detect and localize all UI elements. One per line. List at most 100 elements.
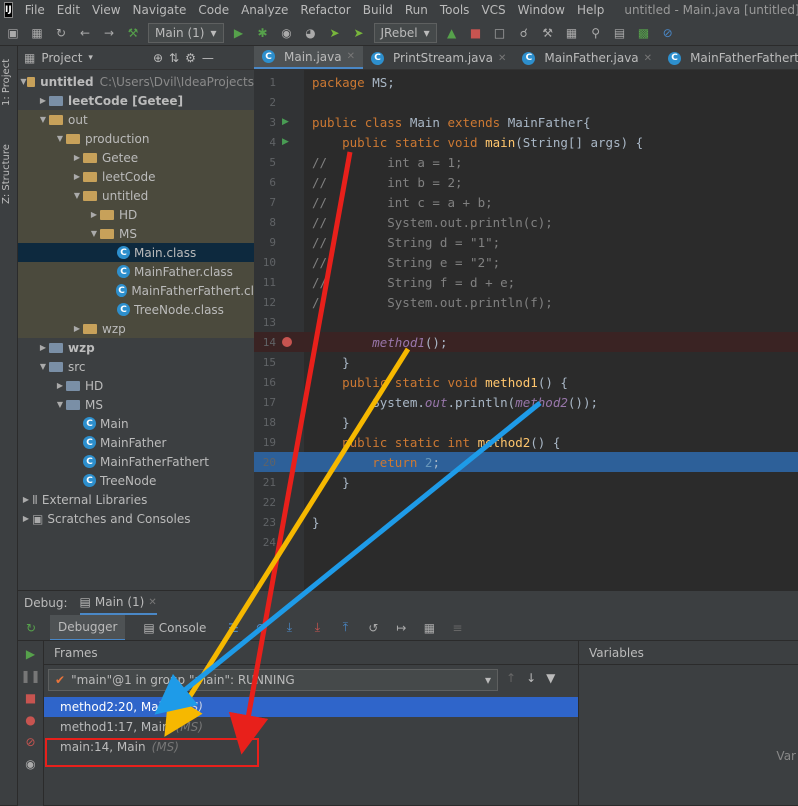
step-into-icon[interactable]: ⤓ xyxy=(280,619,298,637)
menu-refactor[interactable]: Refactor xyxy=(294,3,356,17)
code-line[interactable]: 2 xyxy=(254,92,798,112)
expand-right-icon[interactable]: ▶ xyxy=(71,172,83,181)
settings-wrench-icon[interactable]: ⚒ xyxy=(539,24,557,42)
menu-run[interactable]: Run xyxy=(399,3,434,17)
code-line[interactable]: 22 xyxy=(254,492,798,512)
hide-panel-icon[interactable]: — xyxy=(202,51,214,65)
code-line[interactable]: 17 System.out.println(method2()); xyxy=(254,392,798,412)
gear-icon[interactable]: ⚙ xyxy=(185,51,196,65)
camera-icon[interactable]: ◉ xyxy=(22,755,40,773)
resume-icon[interactable]: ▶ xyxy=(22,645,40,663)
code-line[interactable]: 18 } xyxy=(254,412,798,432)
tree-item[interactable]: ▶ wzp xyxy=(18,319,254,338)
menu-window[interactable]: Window xyxy=(512,3,571,17)
pause-icon[interactable]: ❚❚ xyxy=(20,667,40,685)
expand-right-icon[interactable]: ▶ xyxy=(20,514,32,523)
menu-file[interactable]: File xyxy=(19,3,51,17)
close-icon[interactable]: ✕ xyxy=(644,53,652,64)
tab-printstream-java[interactable]: C PrintStream.java ✕ xyxy=(363,46,514,69)
tree-item[interactable]: C MainFatherFathert.cl xyxy=(18,281,254,300)
tree-item[interactable]: C MainFatherFathert xyxy=(18,452,254,471)
menu-vcs[interactable]: VCS xyxy=(475,3,511,17)
trace-icon[interactable]: ≡ xyxy=(448,619,466,637)
tab-mainfather-java[interactable]: C MainFather.java ✕ xyxy=(514,46,660,69)
step-out-icon[interactable]: ⤒ xyxy=(336,619,354,637)
menu-analyze[interactable]: Analyze xyxy=(235,3,294,17)
run-gutter-icon[interactable]: ▶ xyxy=(282,117,289,127)
expand-down-icon[interactable]: ▼ xyxy=(71,191,83,200)
menu-lines-icon[interactable]: ☰ xyxy=(224,619,242,637)
tree-item[interactable]: ▼ production xyxy=(18,129,254,148)
tree-item[interactable]: ▶ Ⅱ External Libraries xyxy=(18,490,254,509)
expand-right-icon[interactable]: ▶ xyxy=(54,381,66,390)
tab-debugger[interactable]: Debugger xyxy=(50,615,126,640)
code-line[interactable]: 24 xyxy=(254,532,798,552)
tree-item[interactable]: ▼ MS xyxy=(18,395,254,414)
expand-right-icon[interactable]: ▶ xyxy=(71,153,83,162)
tree-item[interactable]: C MainFather xyxy=(18,433,254,452)
expand-down-icon[interactable]: ▼ xyxy=(20,77,27,86)
step-over-icon[interactable]: ↷ xyxy=(252,619,270,637)
expand-right-icon[interactable]: ▶ xyxy=(71,324,83,333)
code-line[interactable]: 7 // int c = a + b; xyxy=(254,192,798,212)
run-icon[interactable]: ▶ xyxy=(230,24,248,42)
code-line[interactable]: 5 // int a = 1; xyxy=(254,152,798,172)
frame-row[interactable]: method1:17, Main (MS) xyxy=(44,717,578,737)
debug-session-tab[interactable]: ▤ Main (1) ✕ xyxy=(79,591,157,615)
tree-item[interactable]: ▶ HD xyxy=(18,205,254,224)
save-icon[interactable]: ▦ xyxy=(28,24,46,42)
terminal-icon[interactable]: ▤ xyxy=(611,24,629,42)
drop-frame-icon[interactable]: ↺ xyxy=(364,619,382,637)
force-step-into-icon[interactable]: ⤓ xyxy=(308,619,326,637)
layout-icon[interactable]: □ xyxy=(491,24,509,42)
evaluate-icon[interactable]: ▦ xyxy=(420,619,438,637)
close-icon[interactable]: ✕ xyxy=(347,51,355,62)
tree-item[interactable]: C MainFather.class xyxy=(18,262,254,281)
tree-item[interactable]: C TreeNode.class xyxy=(18,300,254,319)
code-line[interactable]: 10 // String e = "2"; xyxy=(254,252,798,272)
tree-item[interactable]: ▶ leetCode xyxy=(18,167,254,186)
code-line[interactable]: 20 return 2; xyxy=(254,452,798,472)
menu-code[interactable]: Code xyxy=(192,3,235,17)
code-line[interactable]: 12 // System.out.println(f); xyxy=(254,292,798,312)
up-arrow-icon[interactable]: ↑ xyxy=(506,671,516,685)
locate-icon[interactable]: ⊕ xyxy=(153,51,163,65)
run-config-select[interactable]: Main (1) ▾ xyxy=(148,22,224,43)
close-icon[interactable]: ✕ xyxy=(498,53,506,64)
code-line[interactable]: 11 // String f = d + e; xyxy=(254,272,798,292)
code-line[interactable]: 3 ▶ public class Main extends MainFather{ xyxy=(254,112,798,132)
frame-row[interactable]: method2:20, Main (MS) xyxy=(44,697,578,717)
code-line[interactable]: 14 method1(); xyxy=(254,332,798,352)
expand-right-icon[interactable]: ▶ xyxy=(20,495,32,504)
tab-mainfatherfathert-java[interactable]: C MainFatherFathert.java xyxy=(660,46,798,69)
tab-console[interactable]: ▤ Console xyxy=(135,615,214,640)
expand-down-icon[interactable]: ▼ xyxy=(88,229,100,238)
open-folder-icon[interactable]: ▣ xyxy=(4,24,22,42)
collapse-all-icon[interactable]: ⇅ xyxy=(169,51,179,65)
project-structure-icon[interactable]: ▦ xyxy=(563,24,581,42)
profile-icon[interactable]: ◕ xyxy=(302,24,320,42)
expand-down-icon[interactable]: ▼ xyxy=(37,115,49,124)
tree-item[interactable]: ▶ Getee xyxy=(18,148,254,167)
stop-icon[interactable]: ■ xyxy=(467,24,485,42)
expand-right-icon[interactable]: ▶ xyxy=(37,96,49,105)
expand-down-icon[interactable]: ▼ xyxy=(37,362,49,371)
stop-icon[interactable]: ■ xyxy=(22,689,40,707)
breakpoint-icon[interactable] xyxy=(282,337,292,347)
code-line[interactable]: 6 // int b = 2; xyxy=(254,172,798,192)
code-line[interactable]: 21 } xyxy=(254,472,798,492)
menu-build[interactable]: Build xyxy=(357,3,399,17)
plugin-icon[interactable]: ▩ xyxy=(635,24,653,42)
forward-icon[interactable]: → xyxy=(100,24,118,42)
tree-item[interactable]: C Main xyxy=(18,414,254,433)
expand-down-icon[interactable]: ▼ xyxy=(54,400,66,409)
tree-item[interactable]: C Main.class xyxy=(18,243,254,262)
code-lines[interactable]: 1 package MS; 2 3 ▶ public class Main extends… xyxy=(254,72,798,590)
jrebel-select[interactable]: JRebel ▾ xyxy=(373,22,437,43)
tab-main-java[interactable]: C Main.java ✕ xyxy=(254,46,363,69)
code-line[interactable]: 16 public static void method1() { xyxy=(254,372,798,392)
view-breakpoints-icon[interactable]: ● xyxy=(22,711,40,729)
structure-side-tab[interactable]: Z: Structure xyxy=(1,136,17,212)
tree-item[interactable]: ▶ HD xyxy=(18,376,254,395)
expand-right-icon[interactable]: ▶ xyxy=(37,343,49,352)
